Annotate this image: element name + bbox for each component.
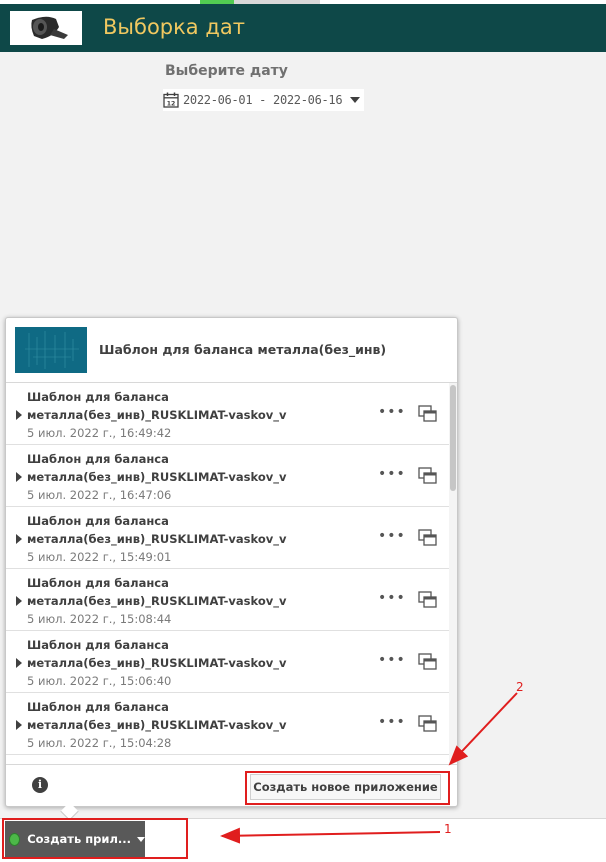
annotation-arrow-2 <box>448 692 518 766</box>
annotation-label-1: 1 <box>444 822 452 836</box>
annotation-label-2: 2 <box>516 680 524 694</box>
annotation-arrows <box>220 692 518 844</box>
annotation-arrow-1 <box>220 827 441 844</box>
